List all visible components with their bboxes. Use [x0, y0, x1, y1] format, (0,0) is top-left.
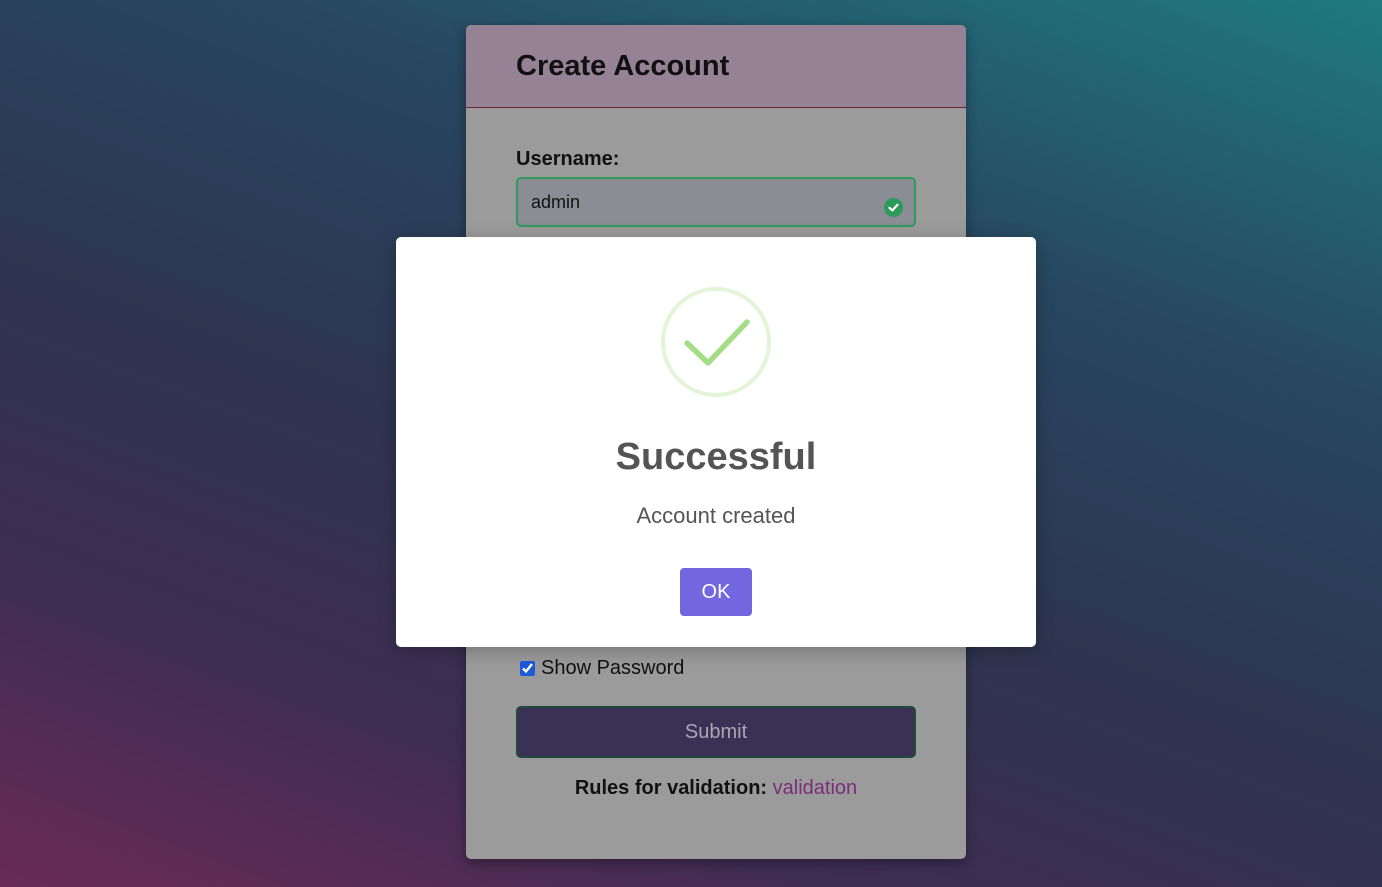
- username-field-wrapper: [516, 177, 916, 227]
- submit-button[interactable]: Submit: [516, 706, 916, 758]
- username-label: Username:: [516, 148, 620, 170]
- success-dialog: Successful Account created OK: [396, 237, 1036, 647]
- validation-rules: Rules for validation: validation: [466, 777, 966, 800]
- show-password-checkbox[interactable]: [520, 661, 535, 676]
- ok-button[interactable]: OK: [680, 568, 752, 616]
- validation-link[interactable]: validation: [773, 777, 858, 799]
- rules-label: Rules for validation:: [574, 777, 768, 799]
- show-password-option[interactable]: Show Password: [520, 657, 684, 680]
- success-check-icon: [661, 287, 771, 397]
- show-password-label: Show Password: [541, 657, 685, 679]
- username-input[interactable]: [518, 179, 861, 225]
- page-title: Create Account: [516, 50, 730, 82]
- valid-check-icon: [884, 198, 903, 217]
- dialog-message: Account created: [636, 503, 796, 528]
- dialog-title: Successful: [615, 436, 817, 478]
